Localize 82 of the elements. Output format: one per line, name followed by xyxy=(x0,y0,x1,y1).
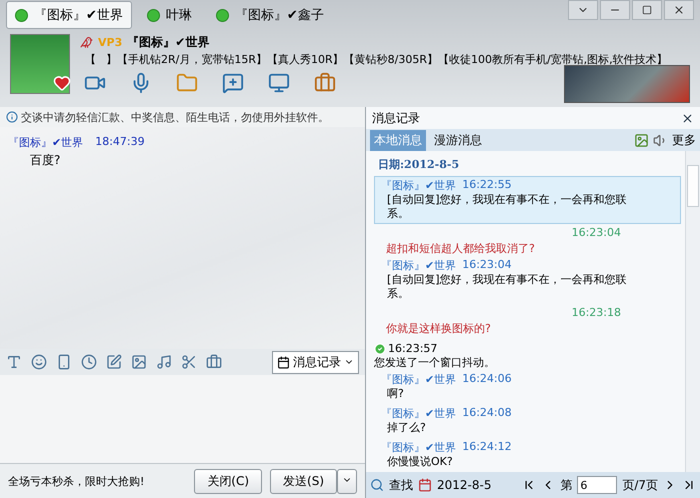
briefcase-icon[interactable] xyxy=(206,354,222,370)
page-label: 第 xyxy=(560,476,572,494)
folder-icon[interactable] xyxy=(176,72,198,94)
font-icon[interactable] xyxy=(6,354,22,370)
calendar-icon[interactable] xyxy=(418,478,432,492)
edit-icon[interactable] xyxy=(106,354,122,370)
monitor-icon[interactable] xyxy=(268,72,290,94)
clock-icon[interactable] xyxy=(81,354,97,370)
contact-name: 『图标』✔世界 xyxy=(127,34,210,51)
chat-tab[interactable]: 『图标』✔鑫子 xyxy=(206,1,333,29)
message-time: 16:24:06 xyxy=(462,372,512,387)
info-icon xyxy=(6,111,18,123)
maximize-button[interactable] xyxy=(632,0,662,20)
message-text: 你慢慢说OK? xyxy=(386,455,454,469)
more-link[interactable]: 更多 xyxy=(672,132,696,148)
history-tab[interactable]: 漫游消息 xyxy=(430,130,486,150)
close-icon[interactable] xyxy=(681,112,694,124)
history-message[interactable]: 『图标』✔世界 16:24:06 啊? xyxy=(374,370,681,404)
history-message[interactable]: 『图标』✔世界 16:24:08 掉了么? xyxy=(374,404,681,438)
emoji-icon[interactable] xyxy=(31,354,47,370)
heart-icon xyxy=(53,74,71,92)
message-text: 啊? xyxy=(386,387,405,401)
online-status-icon xyxy=(216,8,229,22)
message-text: 你就是这样换图标的? xyxy=(385,321,492,336)
date-heading: 日期:2012-8-5 xyxy=(377,157,460,173)
message-text: 掉了么? xyxy=(386,421,427,435)
briefcase-icon[interactable] xyxy=(314,72,336,94)
search-icon[interactable] xyxy=(370,478,384,492)
sender-name: 『图标』✔世界 xyxy=(381,440,456,455)
sender-name: 『图标』✔世界 xyxy=(381,372,456,387)
screenshot-icon[interactable] xyxy=(181,354,197,370)
message-text: 超扣和短信超人都给我取消了? xyxy=(385,241,536,256)
vip-level-label: VP3 xyxy=(98,36,122,49)
maximize-icon xyxy=(642,5,652,15)
message-time: 18:47:39 xyxy=(95,135,145,150)
close-icon xyxy=(673,4,685,16)
message-text: 百度? xyxy=(29,152,62,169)
message-time: 16:23:04 xyxy=(570,226,622,239)
promo-text: 全场亏本秒杀，限时大抢购! xyxy=(8,474,146,488)
sender-name: 『图标』✔世界 xyxy=(381,258,456,273)
message-time: 16:23:57 xyxy=(388,342,438,355)
sender-name: 『图标』✔世界 xyxy=(8,135,84,150)
image-icon[interactable] xyxy=(131,354,147,370)
message-time: 16:23:04 xyxy=(462,258,512,273)
online-status-icon xyxy=(15,8,28,22)
security-notice: 交谈中请勿轻信汇款、中奖信息、陌生电话，勿使用外挂软件。 xyxy=(21,110,329,124)
system-message: 您发送了一个窗口抖动。 xyxy=(374,355,496,370)
history-message[interactable]: 『图标』✔世界 16:24:12 你慢慢说OK? xyxy=(374,438,681,472)
message-plus-icon[interactable] xyxy=(222,72,244,94)
sender-name: 『图标』✔世界 xyxy=(381,406,456,421)
export-icon[interactable] xyxy=(634,132,649,148)
send-options-button[interactable] xyxy=(337,468,357,494)
calendar-icon xyxy=(277,356,290,368)
message-time: 16:24:08 xyxy=(462,406,512,421)
sender-name: 『图标』✔世界 xyxy=(381,178,456,193)
message-time: 16:24:12 xyxy=(462,440,512,455)
history-message[interactable]: 『图标』✔世界 16:23:04 [自动回复]您好，我现在有事不在，一会再和您联系。 xyxy=(374,256,681,304)
page-count: 页/7页 xyxy=(622,476,658,494)
phone-icon[interactable] xyxy=(56,354,72,370)
page-number-field[interactable]: 6 xyxy=(577,476,618,494)
close-chat-button[interactable]: 关闭(C) xyxy=(194,468,262,494)
chat-tab[interactable]: 『图标』✔世界 xyxy=(6,1,132,29)
message-text: [自动回复]您好，我现在有事不在，一会再和您联系。 xyxy=(386,193,628,221)
message-time: 16:22:55 xyxy=(462,178,512,193)
message-input[interactable] xyxy=(0,375,365,463)
music-icon[interactable] xyxy=(156,354,172,370)
search-link[interactable]: 查找 xyxy=(389,476,413,494)
panel-title: 消息记录 xyxy=(372,110,420,126)
scrollbar[interactable] xyxy=(685,151,700,472)
online-status-icon xyxy=(146,8,160,22)
message-time: 16:23:18 xyxy=(570,306,622,319)
chat-tab[interactable]: 叶琳 xyxy=(138,1,201,29)
ad-banner[interactable] xyxy=(564,65,690,103)
signature-bracket: 【 xyxy=(85,52,96,67)
date-picker[interactable]: 2012-8-5 xyxy=(437,478,492,492)
close-button[interactable] xyxy=(664,0,694,20)
message-text: [自动回复]您好，我现在有事不在，一会再和您联系。 xyxy=(386,273,628,301)
signature-text: 】【手机钻2R/月，宽带钻15R】【真人秀10R】【黄钻秒8/305R】【收徒100教所有手机/宽带钻,图标,软件技术】 xyxy=(106,52,668,67)
check-icon xyxy=(374,342,386,354)
history-message[interactable]: 『图标』✔世界 16:22:55 [自动回复]您好，我现在有事不在，一会再和您联系。 xyxy=(374,176,681,224)
message-history-button[interactable]: 消息记录 xyxy=(272,350,359,374)
send-button[interactable]: 发送(S) xyxy=(270,468,337,494)
